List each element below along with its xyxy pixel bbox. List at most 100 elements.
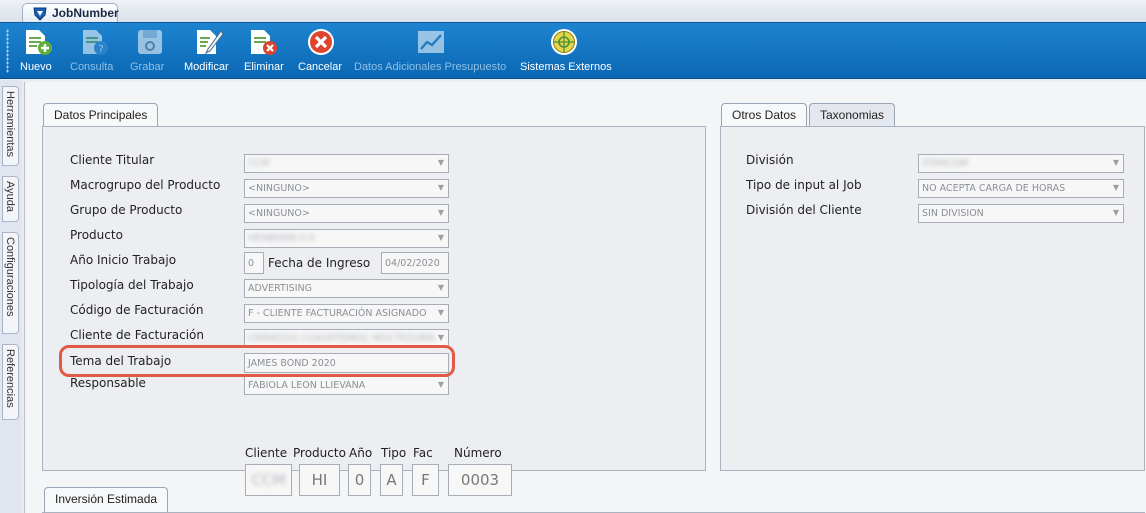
- code-producto-value: HI: [311, 471, 328, 489]
- tipo-input-value: NO ACEPTA CARGA DE HORAS: [922, 183, 1066, 194]
- content-area: Datos Principales Cliente Titular CCM ▼ M…: [24, 82, 1146, 513]
- tab-inversion-estimada[interactable]: Inversión Estimada: [44, 487, 169, 513]
- external-systems-button[interactable]: Sistemas Externos: [520, 23, 616, 78]
- cliente-facturacion-label: Cliente de Facturación: [70, 328, 204, 342]
- delete-button[interactable]: Eliminar: [244, 23, 290, 78]
- new-button-label: Nuevo: [20, 61, 52, 73]
- cliente-titular-value: CCM: [248, 158, 270, 169]
- side-tab-settings-label: Configuraciones: [4, 237, 16, 317]
- code-producto-box: HI: [299, 464, 340, 496]
- code-tipo-box: A: [380, 464, 403, 496]
- side-tab-references-label: Referencias: [4, 349, 16, 408]
- tab-otros-datos[interactable]: Otros Datos: [721, 103, 808, 127]
- save-button[interactable]: Grabar: [130, 23, 170, 78]
- query-button[interactable]: ? Consulta: [70, 23, 120, 78]
- new-button[interactable]: Nuevo: [20, 23, 60, 78]
- tema-highlight-annotation: [59, 345, 455, 377]
- chevron-down-icon: ▼: [1112, 183, 1119, 192]
- tipo-input-label: Tipo de input al Job: [746, 178, 862, 192]
- external-systems-label: Sistemas Externos: [520, 61, 612, 73]
- division-cliente-select[interactable]: SIN DIVISION ▼: [918, 204, 1124, 223]
- toolbar-grip[interactable]: [6, 29, 9, 73]
- tab-datos-principales[interactable]: Datos Principales: [43, 103, 159, 127]
- query-button-label: Consulta: [70, 61, 114, 73]
- grupo-producto-select[interactable]: <NINGUNO> ▼: [244, 204, 449, 223]
- side-tab-help-label: Ayuda: [4, 181, 16, 212]
- division-select[interactable]: STARCOM ▼: [918, 154, 1124, 173]
- producto-select[interactable]: HEINEKEN 0.0 ▼: [244, 229, 449, 248]
- code-numero-box: 0003: [448, 464, 512, 496]
- side-tabs: Herramientas Ayuda Configuraciones Refer…: [0, 80, 22, 513]
- cancel-circle-icon: [306, 27, 334, 55]
- tipologia-label: Tipología del Trabajo: [70, 278, 194, 292]
- code-header-anio: Año: [349, 446, 373, 460]
- responsable-select[interactable]: FABIOLA LEON LLIEVANA ▼: [244, 376, 449, 395]
- chevron-down-icon: ▼: [437, 233, 444, 242]
- code-cliente-value: CCM: [251, 471, 286, 489]
- chevron-down-icon: ▼: [437, 333, 444, 342]
- codigo-facturacion-select[interactable]: F - CLIENTE FACTURACIÓN ASIGNADO ▼: [244, 304, 449, 323]
- app-tabstrip: JobNumber: [0, 0, 1146, 22]
- cliente-titular-select[interactable]: CCM ▼: [244, 154, 449, 173]
- macrogrupo-select[interactable]: <NINGUNO> ▼: [244, 179, 449, 198]
- code-fac-box: F: [412, 464, 439, 496]
- jobnumber-tab-label: JobNumber: [52, 6, 119, 20]
- chevron-down-icon: ▼: [437, 183, 444, 192]
- code-header-tipo: Tipo: [381, 446, 407, 460]
- anio-inicio-value: 0: [248, 258, 255, 269]
- additional-budget-data-button[interactable]: Datos Adicionales Presupuesto: [354, 23, 510, 78]
- edit-button[interactable]: Modificar: [184, 23, 236, 78]
- code-header-cliente: Cliente: [245, 446, 288, 460]
- cancel-button[interactable]: Cancelar: [298, 23, 346, 78]
- code-numero-value: 0003: [460, 471, 500, 489]
- chart-line-icon: [416, 27, 444, 55]
- new-doc-icon: [23, 27, 52, 55]
- main-toolbar: Nuevo ? Consulta Grabar Modificar Elimin…: [0, 22, 1146, 79]
- macrogrupo-value: <NINGUNO>: [248, 183, 310, 194]
- side-tab-tools-label: Herramientas: [4, 91, 16, 158]
- code-header-producto: Producto: [293, 446, 346, 460]
- producto-label: Producto: [70, 228, 123, 242]
- chevron-down-icon: ▼: [437, 308, 444, 317]
- fecha-ingreso-value: 04/02/2020: [385, 258, 440, 269]
- anio-inicio-input[interactable]: 0: [244, 252, 264, 274]
- division-cliente-value: SIN DIVISION: [922, 208, 984, 219]
- tab-taxonomias[interactable]: Taxonomias: [809, 103, 896, 127]
- code-tipo-value: A: [386, 471, 397, 489]
- globe-icon: [549, 27, 577, 55]
- chevron-down-icon: ▼: [1112, 158, 1119, 167]
- save-button-label: Grabar: [130, 61, 165, 73]
- division-value: STARCOM: [922, 158, 969, 169]
- tab-taxonomias-label: Taxonomias: [820, 108, 885, 122]
- code-header-fac: Fac: [413, 446, 433, 460]
- side-tab-tools[interactable]: Herramientas: [2, 86, 19, 166]
- code-cliente-box: CCM: [245, 464, 292, 496]
- tipologia-select[interactable]: ADVERTISING ▼: [244, 279, 449, 298]
- grupo-producto-label: Grupo de Producto: [70, 203, 183, 217]
- side-tab-help[interactable]: Ayuda: [2, 176, 19, 222]
- cliente-facturacion-value: CERVEZAS CUAUHTEMOC MOCTEZUMA: [248, 333, 435, 344]
- edit-button-label: Modificar: [184, 61, 229, 73]
- side-tab-settings[interactable]: Configuraciones: [2, 232, 19, 334]
- tab-datos-principales-label: Datos Principales: [54, 108, 148, 122]
- additional-budget-data-label: Datos Adicionales Presupuesto: [354, 61, 507, 73]
- tipo-input-select[interactable]: NO ACEPTA CARGA DE HORAS ▼: [918, 179, 1124, 198]
- codigo-facturacion-label: Código de Facturación: [70, 303, 204, 317]
- chevron-down-icon: ▼: [437, 158, 444, 167]
- tab-inversion-estimada-label: Inversión Estimada: [55, 492, 158, 506]
- responsable-value: FABIOLA LEON LLIEVANA: [248, 380, 366, 391]
- chevron-down-icon: ▼: [437, 380, 444, 389]
- side-tab-references[interactable]: Referencias: [2, 344, 19, 420]
- fecha-ingreso-input[interactable]: 04/02/2020: [381, 252, 449, 274]
- code-anio-box: 0: [348, 464, 371, 496]
- query-doc-icon: ?: [80, 27, 108, 55]
- anio-inicio-label: Año Inicio Trabajo: [70, 253, 177, 267]
- responsable-label: Responsable: [70, 376, 146, 390]
- jobnumber-tab[interactable]: JobNumber: [22, 3, 119, 22]
- tipologia-value: ADVERTISING: [248, 283, 312, 294]
- fecha-ingreso-label: Fecha de Ingreso: [268, 256, 371, 270]
- tab-otros-datos-label: Otros Datos: [732, 108, 797, 122]
- delete-button-label: Eliminar: [244, 61, 284, 73]
- code-fac-value: F: [421, 471, 430, 489]
- chevron-down-icon: ▼: [437, 283, 444, 292]
